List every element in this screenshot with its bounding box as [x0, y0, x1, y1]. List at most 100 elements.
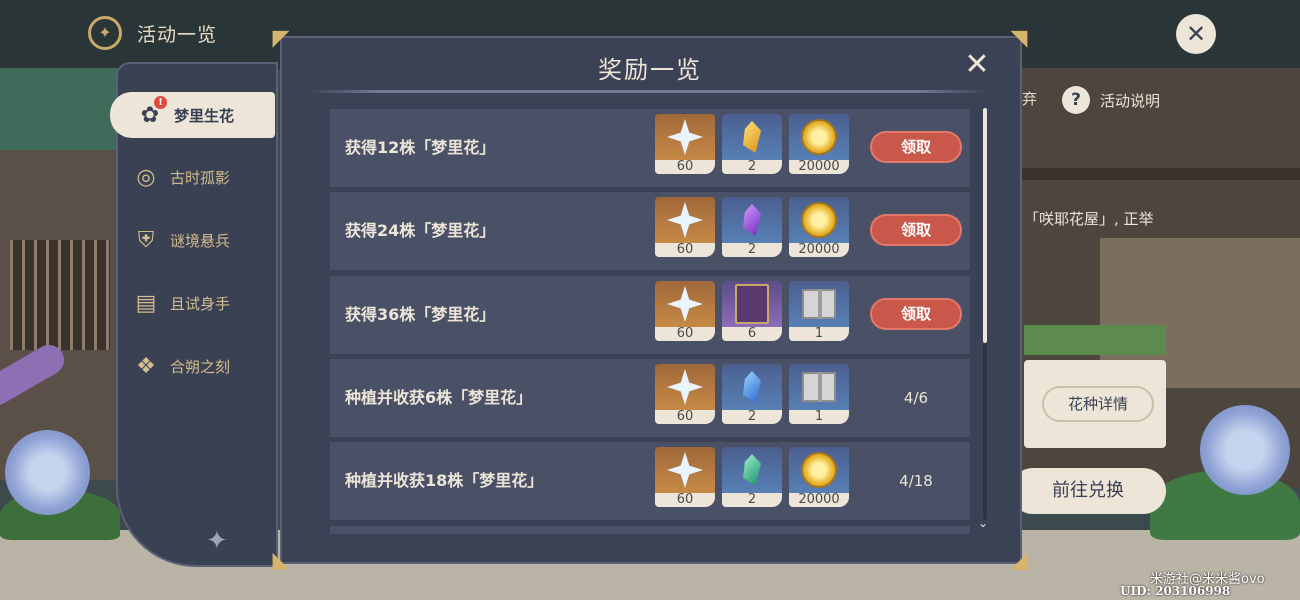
reward-item[interactable]: 2 — [722, 447, 782, 507]
reward-item[interactable]: 20000 — [789, 197, 849, 257]
sidebar-item-new-moon[interactable]: ❖ 合朔之刻 — [130, 344, 280, 388]
reward-item[interactable]: 60 — [655, 447, 715, 507]
scrollbar-thumb[interactable] — [983, 108, 987, 343]
reward-row-partial — [330, 526, 970, 534]
house-beam — [1020, 168, 1300, 180]
book-icon — [735, 284, 769, 324]
reward-item[interactable]: 20000 — [789, 447, 849, 507]
reward-item[interactable]: 1 — [789, 364, 849, 424]
reward-qty: 60 — [655, 243, 715, 257]
primogem-icon — [667, 119, 703, 155]
sidebar-item-try-skills[interactable]: ▤ 且试身手 — [130, 281, 280, 325]
primogem-icon — [667, 452, 703, 488]
reward-qty: 2 — [722, 160, 782, 174]
violet-gem-icon — [743, 204, 761, 236]
primogem-icon — [667, 202, 703, 238]
reward-qty: 60 — [655, 160, 715, 174]
progress-text: 4/6 — [903, 389, 929, 407]
reward-condition: 获得36株「梦里花」 — [345, 305, 496, 324]
reward-qty: 2 — [722, 243, 782, 257]
sidebar-item-label: 合朔之刻 — [170, 357, 231, 376]
close-events-button[interactable]: ✕ — [1176, 14, 1216, 54]
sidebar-item-label: 古时孤影 — [170, 168, 231, 187]
cards-icon: ▤ — [135, 290, 157, 316]
reward-item[interactable]: 60 — [655, 197, 715, 257]
reward-item[interactable]: 6 — [722, 281, 782, 341]
mora-icon — [801, 452, 837, 488]
uid-label: UID: 203106998 — [1120, 584, 1231, 598]
notification-badge: ! — [154, 96, 167, 109]
reward-qty: 60 — [655, 493, 715, 507]
ornament-icon: ❖ — [136, 353, 156, 379]
background-house-left — [0, 150, 125, 480]
reward-qty: 1 — [789, 327, 849, 341]
scroll-down-icon[interactable]: ⌄ — [978, 516, 988, 530]
blue-gem-icon — [743, 371, 761, 403]
primogem-icon — [667, 286, 703, 322]
reward-condition: 种植并收获18株「梦里花」 — [345, 471, 544, 490]
reward-item[interactable]: 60 — [655, 114, 715, 174]
sidebar-item-label: 梦里生花 — [174, 106, 235, 125]
event-description: 「咲耶花屋」, 正举 — [1024, 210, 1154, 228]
mora-icon — [801, 119, 837, 155]
sidebar-item-dream-flower[interactable]: ✿ 梦里生花 — [110, 92, 275, 138]
reward-qty: 2 — [722, 493, 782, 507]
primogem-icon — [667, 369, 703, 405]
progress-text: 4/18 — [899, 472, 933, 490]
hydrangea-right — [1200, 405, 1290, 495]
corner-ornament-icon: ◥ — [1010, 26, 1028, 51]
sidebar-item-label: 谜境悬兵 — [170, 231, 231, 250]
reward-qty: 60 — [655, 327, 715, 341]
modal-title-wrap: 奖励一览 — [0, 50, 1300, 85]
reward-qty: 2 — [722, 410, 782, 424]
help-label[interactable]: 活动说明 — [1100, 90, 1160, 111]
reward-qty: 60 — [655, 410, 715, 424]
claim-button[interactable]: 领取 — [870, 214, 962, 246]
help-icon[interactable]: ? — [1062, 86, 1090, 114]
reward-row: 获得24株「梦里花」 60 2 20000 领取 — [330, 192, 970, 270]
gold-gem-icon — [743, 121, 761, 153]
reward-row: 种植并收获6株「梦里花」 60 2 1 4/6 — [330, 359, 970, 437]
gift-box-icon — [802, 372, 836, 402]
corner-ornament-icon: ◣ — [272, 548, 290, 573]
corner-ornament-icon: ◤ — [272, 26, 290, 51]
claim-button[interactable]: 领取 — [870, 298, 962, 330]
reward-row: 种植并收获18株「梦里花」 60 2 20000 4/18 — [330, 442, 970, 520]
mora-icon — [801, 202, 837, 238]
reward-item[interactable]: 60 — [655, 281, 715, 341]
sidebar-item-mystery-soldiers[interactable]: ⛨ 谜境悬兵 — [130, 218, 280, 262]
reward-item[interactable]: 1 — [789, 281, 849, 341]
reward-condition: 获得12株「梦里花」 — [345, 138, 496, 157]
gift-box-icon — [802, 289, 836, 319]
reward-item[interactable]: 2 — [722, 364, 782, 424]
go-exchange-button[interactable]: 前往兑换 — [1010, 468, 1166, 514]
reward-item[interactable]: 60 — [655, 364, 715, 424]
title-divider — [308, 90, 988, 93]
sidebar-item-label: 且试身手 — [170, 294, 231, 313]
window-lattice — [10, 240, 110, 350]
compass-icon: ✦ — [88, 16, 122, 50]
reward-qty: 20000 — [789, 243, 849, 257]
reward-item[interactable]: 20000 — [789, 114, 849, 174]
reward-qty: 6 — [722, 327, 782, 341]
close-icon[interactable]: ✕ — [962, 50, 992, 80]
corner-ornament-icon: ◢ — [1010, 548, 1028, 573]
reward-qty: 1 — [789, 410, 849, 424]
seed-details-button[interactable]: 花种详情 — [1042, 386, 1154, 422]
ring-icon: ◎ — [136, 164, 156, 190]
reward-qty: 20000 — [789, 493, 849, 507]
reward-row: 获得12株「梦里花」 60 2 20000 领取 — [330, 109, 970, 187]
reward-item[interactable]: 2 — [722, 197, 782, 257]
sparkle-icon: ✦ — [206, 526, 228, 556]
partial-text: 弃 — [1022, 90, 1038, 108]
reward-item[interactable]: 2 — [722, 114, 782, 174]
helmet-icon: ⛨ — [137, 227, 155, 253]
reward-condition: 获得24株「梦里花」 — [345, 221, 496, 240]
modal-title: 奖励一览 — [598, 56, 702, 84]
claim-button[interactable]: 领取 — [870, 131, 962, 163]
sidebar-item-ancient-shadow[interactable]: ◎ 古时孤影 — [130, 155, 280, 199]
reward-qty: 20000 — [789, 160, 849, 174]
hydrangea-left — [5, 430, 90, 515]
page-title: 活动一览 — [137, 24, 218, 46]
decor-strip — [1024, 325, 1166, 355]
